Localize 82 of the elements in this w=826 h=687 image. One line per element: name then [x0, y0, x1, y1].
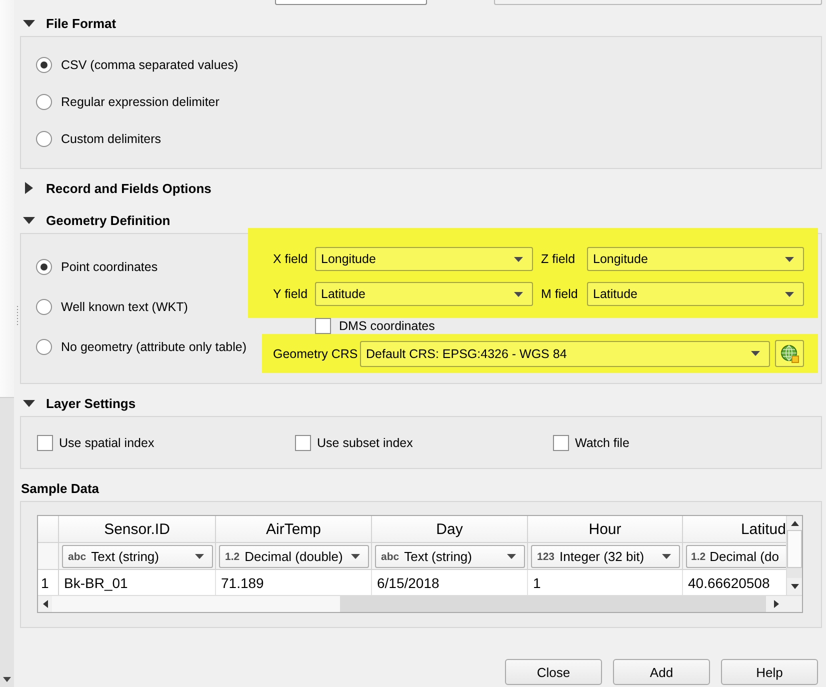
- radio-label: Custom delimiters: [61, 132, 162, 146]
- horizontal-scrollbar[interactable]: [38, 595, 786, 612]
- caret-icon: [195, 554, 204, 559]
- field-label: X field: [273, 252, 309, 266]
- column-header[interactable]: Day: [372, 516, 528, 543]
- type-icon: 1.2: [225, 550, 240, 562]
- caret-icon: [351, 554, 360, 559]
- globe-icon: [780, 344, 798, 362]
- type-icon: 123: [537, 550, 555, 562]
- down-arrow-icon[interactable]: [3, 677, 11, 682]
- radio-button[interactable]: [36, 259, 52, 275]
- field-dropdown[interactable]: Latitude: [315, 282, 533, 306]
- checkbox[interactable]: [315, 318, 331, 334]
- section-title[interactable]: Record and Fields Options: [46, 180, 212, 196]
- radio-label: Well known text (WKT): [61, 300, 188, 314]
- radio-label: CSV (comma separated values): [61, 58, 238, 72]
- section-title: Sample Data: [21, 480, 100, 496]
- section-title[interactable]: File Format: [46, 16, 116, 30]
- caret-right-icon[interactable]: [25, 182, 33, 194]
- type-dropdown[interactable]: 1.2 Decimal (double): [219, 545, 369, 568]
- type-icon: 1.2: [691, 550, 706, 562]
- header-corner: [38, 516, 59, 543]
- checkbox-label: Use spatial index: [59, 436, 154, 450]
- field-dropdown[interactable]: Latitude: [587, 282, 804, 306]
- type-icon: abc: [68, 550, 86, 562]
- caret-icon: [751, 351, 760, 356]
- input-field[interactable]: [275, 0, 427, 5]
- column-header[interactable]: Hour: [528, 516, 683, 543]
- scroll-thumb[interactable]: [340, 596, 766, 612]
- crs-button[interactable]: [775, 340, 804, 367]
- column-header[interactable]: Sensor.ID: [59, 516, 216, 543]
- radio-button[interactable]: [36, 339, 52, 355]
- radio-label: No geometry (attribute only table): [61, 340, 247, 354]
- field-dropdown[interactable]: Longitude: [315, 247, 533, 271]
- dialog-button[interactable]: Close: [505, 659, 602, 685]
- type-dropdown[interactable]: 123 Integer (32 bit): [531, 545, 680, 568]
- section-title[interactable]: Layer Settings: [46, 396, 136, 410]
- radio-label: Point coordinates: [61, 260, 158, 274]
- scrollbar-corner: [786, 595, 802, 612]
- checkbox[interactable]: [295, 434, 311, 450]
- section-title[interactable]: Geometry Definition: [46, 212, 170, 228]
- checkbox[interactable]: [37, 434, 53, 450]
- type-dropdown[interactable]: abc Text (string): [62, 545, 213, 568]
- radio-label: Regular expression delimiter: [61, 94, 220, 108]
- dialog-button[interactable]: Help: [721, 659, 818, 685]
- caret-icon: [514, 292, 523, 296]
- radio-button[interactable]: [36, 94, 52, 110]
- checkbox-label: Use subset index: [317, 436, 413, 450]
- radio-button[interactable]: [36, 299, 52, 315]
- dialog-button[interactable]: Add: [613, 659, 710, 685]
- caret-down-icon[interactable]: [23, 216, 35, 224]
- checkbox[interactable]: [553, 434, 569, 450]
- column-header[interactable]: AirTemp: [216, 516, 372, 543]
- crs-dropdown[interactable]: Default CRS: EPSG:4326 - WGS 84: [360, 340, 770, 366]
- scroll-track[interactable]: [787, 568, 802, 578]
- field-label: Z field: [540, 252, 576, 266]
- type-dropdown[interactable]: 1.2 Decimal (do: [686, 545, 786, 568]
- type-icon: abc: [381, 550, 400, 562]
- field-label: Geometry CRS: [273, 346, 359, 360]
- radio-button[interactable]: [36, 130, 52, 146]
- down-arrow-icon[interactable]: [790, 584, 798, 589]
- field-dropdown[interactable]: Longitude: [587, 247, 804, 271]
- left-arrow-icon[interactable]: [42, 600, 48, 608]
- caret-icon: [507, 554, 516, 559]
- caret-down-icon[interactable]: [23, 20, 35, 26]
- radio-button[interactable]: [36, 56, 52, 72]
- scroll-thumb[interactable]: [787, 530, 802, 568]
- splitter-handle[interactable]: [17, 306, 18, 326]
- right-arrow-icon[interactable]: [774, 600, 778, 608]
- type-dropdown[interactable]: abc Text (string): [375, 545, 525, 568]
- field-label: Y field: [273, 287, 309, 301]
- input-field[interactable]: [494, 0, 822, 5]
- checkbox-label: Watch file: [575, 436, 630, 450]
- caret-icon: [785, 256, 794, 262]
- caret-icon: [514, 256, 523, 262]
- caret-icon: [662, 554, 671, 559]
- caret-icon: [785, 292, 794, 296]
- caret-down-icon[interactable]: [23, 400, 35, 406]
- vertical-scrollbar[interactable]: [786, 516, 802, 595]
- checkbox-label: DMS coordinates: [339, 319, 435, 333]
- field-label: M field: [540, 287, 579, 301]
- up-arrow-icon[interactable]: [790, 520, 798, 526]
